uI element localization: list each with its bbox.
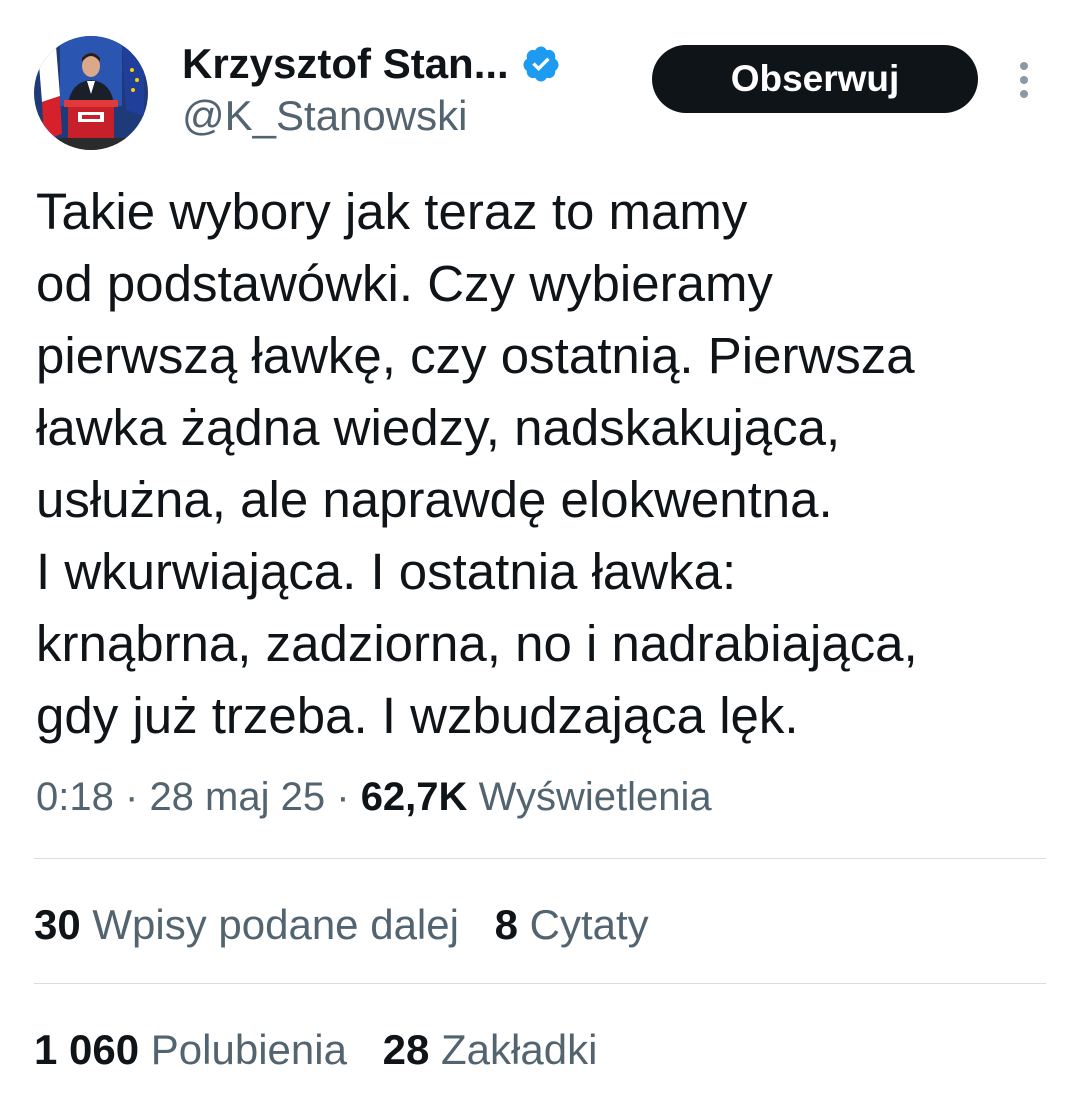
likes-count: 1 060 (34, 1026, 140, 1073)
tweet-date[interactable]: 28 maj 25 (149, 775, 325, 819)
tweet-text: Takie wybory jak teraz to mamy od podsta… (36, 176, 1066, 752)
divider (34, 858, 1046, 859)
likes-stat[interactable]: 1 060 Polubienia (34, 1022, 347, 1078)
quotes-count: 8 (494, 901, 518, 948)
views-label: Wyświetlenia (478, 775, 712, 819)
meta-separator: · (124, 775, 139, 819)
avatar-image (34, 36, 148, 150)
follow-button[interactable]: Obserwuj (652, 45, 978, 113)
quotes-stat[interactable]: 8 Cytaty (495, 897, 649, 953)
tweet-text-line: usłużna, ale naprawdę elokwentna. (36, 471, 833, 528)
more-options-button[interactable] (1008, 56, 1040, 106)
tweet-meta: 0:18 · 28 maj 25 · 62,7K Wyświetlenia (36, 770, 712, 824)
author-handle[interactable]: @K_Stanowski (182, 92, 467, 140)
more-vertical-icon (1020, 62, 1028, 98)
divider (34, 983, 1046, 984)
verified-badge-icon (523, 46, 559, 82)
tweet-text-line: pierwszą ławkę, czy ostatnią. Pierwsza (36, 327, 915, 384)
tweet-text-line: I wkurwiająca. I ostatnia ławka: (36, 543, 737, 600)
views-count: 62,7K (360, 775, 468, 819)
bookmarks-count: 28 (382, 1026, 430, 1073)
retweets-label: Wpisy podane dalej (92, 901, 459, 948)
avatar[interactable] (34, 36, 148, 150)
tweet-time[interactable]: 0:18 (36, 775, 114, 819)
bookmarks-stat[interactable]: 28 Zakładki (383, 1022, 598, 1078)
likes-label: Polubienia (150, 1026, 347, 1073)
quotes-label: Cytaty (529, 901, 649, 948)
stats-row-reposts: 30 Wpisy podane dalej 8 Cytaty (34, 897, 649, 953)
tweet-text-line: ławka żądna wiedzy, nadskakująca, (36, 399, 841, 456)
tweet-text-line: gdy już trzeba. I wzbudzająca lęk. (36, 687, 799, 744)
author-display-name[interactable]: Krzysztof Stan... (182, 40, 509, 88)
author-name-row: Krzysztof Stan... (182, 38, 561, 90)
tweet-text-line: od podstawówki. Czy wybieramy (36, 255, 773, 312)
bookmarks-label: Zakładki (441, 1026, 598, 1073)
tweet-text-line: krnąbrna, zadziorna, no i nadrabiająca, (36, 615, 918, 672)
meta-separator: · (336, 775, 350, 819)
retweets-count: 30 (34, 901, 81, 948)
retweets-stat[interactable]: 30 Wpisy podane dalej (34, 897, 459, 953)
stats-row-likes: 1 060 Polubienia 28 Zakładki (34, 1022, 597, 1078)
tweet-text-line: Takie wybory jak teraz to mamy (36, 183, 748, 240)
